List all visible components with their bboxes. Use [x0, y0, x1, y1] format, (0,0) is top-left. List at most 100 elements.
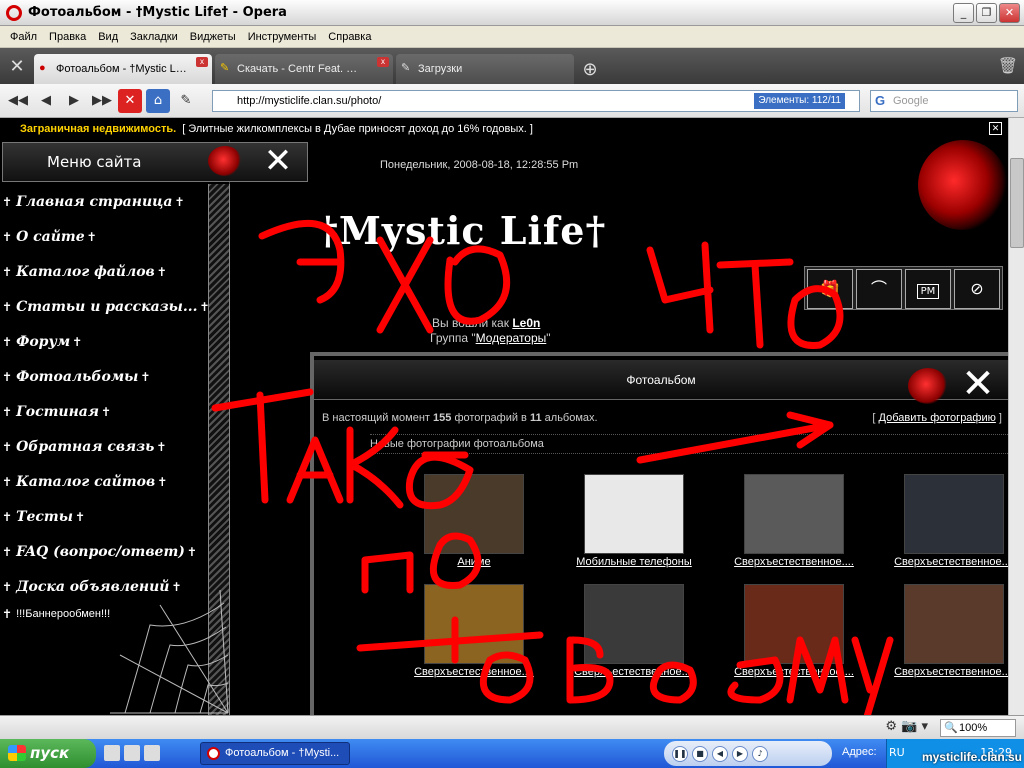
- volume-icon[interactable]: ♪: [752, 745, 768, 762]
- photo-thumbnail[interactable]: Сверхъестественное....: [554, 584, 714, 678]
- username-link[interactable]: Le0n: [512, 316, 540, 330]
- add-photo-link[interactable]: Добавить фотографию: [879, 412, 996, 424]
- home-icon[interactable]: ⌂: [146, 88, 170, 113]
- sidebar-item-feedback[interactable]: ✝ Обратная связь ✝: [0, 429, 210, 464]
- block-icon[interactable]: ⊘: [954, 269, 1000, 309]
- maximize-button[interactable]: ❐: [976, 3, 997, 23]
- trash-icon[interactable]: 🗑: [998, 56, 1018, 75]
- photo-thumbnail[interactable]: Мобильные телефоны: [554, 474, 714, 568]
- menu-help[interactable]: Справка: [322, 31, 377, 43]
- album-stats: В настоящий момент 155 фотографий в 11 а…: [322, 412, 598, 424]
- thumbnail-caption[interactable]: Сверхъестественное....: [714, 666, 874, 678]
- thumbnail-image[interactable]: [584, 584, 684, 664]
- photoalbum-header: Фотоальбом: [314, 360, 1008, 400]
- thumbnail-caption[interactable]: Мобильные телефоны: [554, 556, 714, 568]
- fast-forward-icon[interactable]: ▶▶: [90, 89, 114, 113]
- back-icon[interactable]: ◀: [34, 89, 58, 113]
- quicklaunch-app-icon[interactable]: [144, 745, 160, 761]
- thumbnail-caption[interactable]: Сверхъестественное....: [554, 666, 714, 678]
- stop-icon[interactable]: ✕: [118, 88, 142, 113]
- tab-label: Скачать - Centr Feat. …: [237, 63, 358, 75]
- tab-photoalbum[interactable]: ● Фотоальбом - †Mystic L… x: [34, 54, 212, 84]
- url-text: http://mysticlife.clan.su/photo/: [237, 94, 382, 107]
- thumbnail-caption[interactable]: Сверхъестественное....: [714, 556, 874, 568]
- tools-menu-icon[interactable]: ✕: [0, 48, 34, 84]
- menu-widgets[interactable]: Виджеты: [184, 31, 242, 43]
- menu-view[interactable]: Вид: [92, 31, 124, 43]
- opera-logo-icon: [6, 4, 22, 21]
- rewind-icon[interactable]: ◀◀: [6, 89, 30, 113]
- thumbnail-caption[interactable]: Сверхъестественное....: [874, 666, 1008, 678]
- ad-banner[interactable]: Заграничная недвижимость. [ Элитные жилк…: [0, 118, 1008, 140]
- thumbnail-caption[interactable]: Аниме: [394, 556, 554, 568]
- photo-thumbnail[interactable]: Аниме: [394, 474, 554, 568]
- scrollbar-thumb[interactable]: [1010, 158, 1024, 248]
- thumbnail-image[interactable]: [424, 474, 524, 554]
- taskbar-opera-button[interactable]: Фотоальбом - †Mysti...: [200, 742, 350, 765]
- zoom-control[interactable]: 🔍 100%: [940, 719, 1016, 737]
- gift-icon[interactable]: 🎁: [807, 269, 853, 309]
- ad-text[interactable]: [ Элитные жилкомплексы в Дубае приносят …: [182, 123, 533, 135]
- photo-thumbnail[interactable]: Сверхъестественное....: [874, 474, 1008, 568]
- thumbnail-image[interactable]: [904, 474, 1004, 554]
- photo-thumbnail[interactable]: Сверхъестественное....: [714, 584, 874, 678]
- thumbnail-image[interactable]: [744, 474, 844, 554]
- quicklaunch-app-icon[interactable]: [124, 745, 140, 761]
- photo-thumbnail[interactable]: Сверхъестественное....: [714, 474, 874, 568]
- pause-icon[interactable]: ❚❚: [672, 745, 688, 762]
- thumbnail-image[interactable]: [424, 584, 524, 664]
- language-indicator[interactable]: RU: [889, 746, 905, 759]
- sidebar-item-guestroom[interactable]: ✝ Гостиная ✝: [0, 394, 210, 429]
- ad-close-icon[interactable]: ✕: [989, 122, 1002, 135]
- zoom-icon: 🔍: [944, 722, 958, 734]
- sidebar-item-articles[interactable]: ✝ Статьи и рассказы... ✝: [0, 289, 210, 324]
- thumbnail-image[interactable]: [584, 474, 684, 554]
- tab-downloads[interactable]: ✎ Загрузки: [396, 54, 574, 84]
- photo-thumbnail[interactable]: Сверхъестественное....: [874, 584, 1008, 678]
- thumbnail-image[interactable]: [904, 584, 1004, 664]
- thumbnail-caption[interactable]: Сверхъестественное....: [394, 666, 554, 678]
- previous-icon[interactable]: ◀: [712, 745, 728, 762]
- stop-icon[interactable]: ■: [692, 745, 708, 762]
- thumbnail-image[interactable]: [744, 584, 844, 664]
- sidebar-item-sites[interactable]: ✝ Каталог сайтов ✝: [0, 464, 210, 499]
- pm-icon[interactable]: PM: [905, 269, 951, 309]
- thumbnail-caption[interactable]: Сверхъестественное....: [874, 556, 1008, 568]
- sidebar-item-photoalbums[interactable]: ✝ Фотоальбомы ✝: [0, 359, 210, 394]
- tab-close-icon[interactable]: x: [196, 57, 208, 67]
- ad-title[interactable]: Заграничная недвижимость.: [20, 123, 176, 135]
- close-button[interactable]: ✕: [999, 3, 1020, 23]
- menu-edit[interactable]: Правка: [43, 31, 92, 43]
- menu-tools[interactable]: Инструменты: [242, 31, 323, 43]
- photo-thumbnail[interactable]: Сверхъестественное....: [394, 584, 554, 678]
- tab-close-icon[interactable]: x: [377, 57, 389, 67]
- bat-icon[interactable]: ⌒: [856, 269, 902, 309]
- sidebar-item-tests[interactable]: ✝ Тесты ✝: [0, 499, 210, 534]
- address-input[interactable]: http://mysticlife.clan.su/photo/ Элемент…: [212, 89, 860, 112]
- next-icon[interactable]: ▶: [732, 745, 748, 762]
- new-tab-icon[interactable]: ⊕: [577, 54, 603, 84]
- tab-bar: ✕ ● Фотоальбом - †Mystic L… x ✎ Скачать …: [0, 48, 1024, 84]
- sidebar-item-faq[interactable]: ✝ FAQ (вопрос/ответ) ✝: [0, 534, 210, 569]
- forward-icon[interactable]: ▶: [62, 89, 86, 113]
- quicklaunch-app-icon[interactable]: [104, 745, 120, 761]
- add-photo-container: [ Добавить фотографию ]: [872, 412, 1002, 424]
- photoalbum-title: Фотоальбом: [626, 373, 696, 387]
- start-button[interactable]: пуск: [0, 739, 96, 768]
- page-scrollbar[interactable]: [1008, 118, 1024, 715]
- sidebar-item-files[interactable]: ✝ Каталог файлов ✝: [0, 254, 210, 289]
- edit-icon[interactable]: ✎: [174, 89, 198, 113]
- sidebar-item-about[interactable]: ✝ О сайте ✝: [0, 219, 210, 254]
- site-logo[interactable]: †Mystic Life†: [318, 208, 606, 253]
- minimize-button[interactable]: _: [953, 3, 974, 23]
- group-link[interactable]: Модераторы: [476, 331, 547, 345]
- sidebar-item-home[interactable]: ✝ Главная страница ✝: [0, 184, 210, 219]
- photoalbum-panel: Фотоальбом ✕ В настоящий момент 155 фото…: [310, 352, 1008, 715]
- menu-bookmarks[interactable]: Закладки: [124, 31, 184, 43]
- menu-bar: Файл Правка Вид Закладки Виджеты Инструм…: [0, 26, 1024, 48]
- tab-download[interactable]: ✎ Скачать - Centr Feat. … x: [215, 54, 393, 84]
- search-input[interactable]: G Google: [870, 89, 1018, 112]
- sidebar-item-forum[interactable]: ✝ Форум ✝: [0, 324, 210, 359]
- menu-file[interactable]: Файл: [4, 31, 43, 43]
- x-emblem-icon: ✕: [961, 361, 995, 407]
